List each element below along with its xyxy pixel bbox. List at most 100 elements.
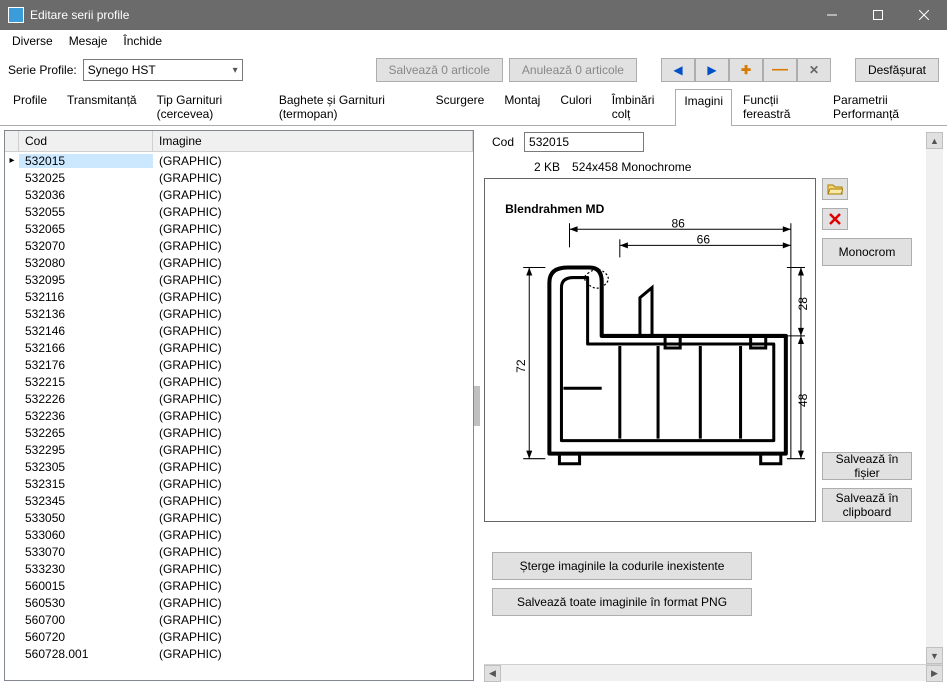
nav-add-button[interactable]: ✚ xyxy=(729,58,763,82)
plus-icon: ✚ xyxy=(741,63,751,77)
svg-text:72: 72 xyxy=(514,359,528,373)
tab-montaj[interactable]: Montaj xyxy=(495,88,549,125)
scroll-down-button[interactable]: ▼ xyxy=(926,647,943,664)
table-row[interactable]: 532236(GRAPHIC) xyxy=(5,407,473,424)
tab-imbinari[interactable]: Îmbinări colț xyxy=(603,88,674,125)
table-row[interactable]: 532265(GRAPHIC) xyxy=(5,424,473,441)
nav-cancel-button[interactable]: ✕ xyxy=(797,58,831,82)
tab-tip-garnituri[interactable]: Tip Garnituri (cercevea) xyxy=(148,88,268,125)
table-row[interactable]: 560015(GRAPHIC) xyxy=(5,577,473,594)
close-button[interactable] xyxy=(901,0,947,30)
table-row[interactable]: 533070(GRAPHIC) xyxy=(5,543,473,560)
cell-cod: 532265 xyxy=(19,426,153,440)
grid-body[interactable]: ▸532015(GRAPHIC)532025(GRAPHIC)532036(GR… xyxy=(5,152,473,680)
table-row[interactable]: 532025(GRAPHIC) xyxy=(5,169,473,186)
save-file-button[interactable]: Salvează în fișier xyxy=(822,452,912,480)
right-hscroll[interactable]: ◀ ▶ xyxy=(484,664,943,681)
tab-culori[interactable]: Culori xyxy=(551,88,600,125)
table-row[interactable]: 532215(GRAPHIC) xyxy=(5,373,473,390)
cell-cod: 533070 xyxy=(19,545,153,559)
scroll-right-button[interactable]: ▶ xyxy=(926,665,943,682)
cell-imagine: (GRAPHIC) xyxy=(153,171,473,185)
table-row[interactable]: 532226(GRAPHIC) xyxy=(5,390,473,407)
table-row[interactable]: 532305(GRAPHIC) xyxy=(5,458,473,475)
table-row[interactable]: 532095(GRAPHIC) xyxy=(5,271,473,288)
table-row[interactable]: 532146(GRAPHIC) xyxy=(5,322,473,339)
svg-text:28: 28 xyxy=(796,297,810,311)
cancel-articles-button[interactable]: Anulează 0 articole xyxy=(509,58,637,82)
table-row[interactable]: 532080(GRAPHIC) xyxy=(5,254,473,271)
monocrom-button[interactable]: Monocrom xyxy=(822,238,912,266)
table-row[interactable]: 532070(GRAPHIC) xyxy=(5,237,473,254)
table-row[interactable]: 532065(GRAPHIC) xyxy=(5,220,473,237)
open-file-button[interactable] xyxy=(822,178,848,200)
cell-imagine: (GRAPHIC) xyxy=(153,307,473,321)
cell-imagine: (GRAPHIC) xyxy=(153,545,473,559)
menu-mesaje[interactable]: Mesaje xyxy=(61,31,116,51)
table-row[interactable]: 532036(GRAPHIC) xyxy=(5,186,473,203)
tab-parametrii[interactable]: Parametrii Performanță xyxy=(824,88,943,125)
cell-imagine: (GRAPHIC) xyxy=(153,528,473,542)
tab-functii[interactable]: Funcții fereastră xyxy=(734,88,822,125)
cod-input[interactable] xyxy=(524,132,644,152)
cell-cod: 532080 xyxy=(19,256,153,270)
svg-text:66: 66 xyxy=(697,232,711,246)
table-row[interactable]: 532295(GRAPHIC) xyxy=(5,441,473,458)
cell-imagine: (GRAPHIC) xyxy=(153,477,473,491)
side-buttons: Monocrom Salvează în fișier Salvează în … xyxy=(822,178,912,522)
tab-scurgere[interactable]: Scurgere xyxy=(427,88,494,125)
table-row[interactable]: 560700(GRAPHIC) xyxy=(5,611,473,628)
tab-profile[interactable]: Profile xyxy=(4,88,56,125)
table-row[interactable]: 532176(GRAPHIC) xyxy=(5,356,473,373)
table-row[interactable]: 560728.001(GRAPHIC) xyxy=(5,645,473,662)
tab-imagini[interactable]: Imagini xyxy=(675,89,732,126)
splitter[interactable] xyxy=(474,126,480,685)
cell-imagine: (GRAPHIC) xyxy=(153,324,473,338)
grid-header-cod[interactable]: Cod xyxy=(19,131,153,151)
delete-missing-button[interactable]: Șterge imaginile la codurile inexistente xyxy=(492,552,752,580)
cell-cod: 532136 xyxy=(19,307,153,321)
cell-imagine: (GRAPHIC) xyxy=(153,188,473,202)
tab-transmitanta[interactable]: Transmitanță xyxy=(58,88,146,125)
delete-x-icon xyxy=(828,212,842,226)
serie-dropdown[interactable]: Synego HST ▾ xyxy=(83,59,243,81)
nav-next-button[interactable]: ▶ xyxy=(695,58,729,82)
table-row[interactable]: 532116(GRAPHIC) xyxy=(5,288,473,305)
right-vscroll[interactable]: ▲ ▼ xyxy=(926,132,943,664)
menu-diverse[interactable]: Diverse xyxy=(4,31,61,51)
cell-imagine: (GRAPHIC) xyxy=(153,409,473,423)
triangle-right-icon: ▶ xyxy=(707,63,716,77)
table-row[interactable]: 532315(GRAPHIC) xyxy=(5,475,473,492)
save-all-png-button[interactable]: Salvează toate imaginile în format PNG xyxy=(492,588,752,616)
cell-imagine: (GRAPHIC) xyxy=(153,290,473,304)
minimize-button[interactable] xyxy=(809,0,855,30)
nav-prev-button[interactable]: ◀ xyxy=(661,58,695,82)
table-row[interactable]: 533230(GRAPHIC) xyxy=(5,560,473,577)
table-row[interactable]: 533060(GRAPHIC) xyxy=(5,526,473,543)
table-row[interactable]: 532166(GRAPHIC) xyxy=(5,339,473,356)
titlebar: Editare serii profile xyxy=(0,0,947,30)
nav-remove-button[interactable]: — xyxy=(763,58,797,82)
menu-inchide[interactable]: Închide xyxy=(115,31,170,51)
bottom-actions: Șterge imaginile la codurile inexistente… xyxy=(484,552,926,616)
table-row[interactable]: 533050(GRAPHIC) xyxy=(5,509,473,526)
expand-button[interactable]: Desfășurat xyxy=(855,58,939,82)
tab-baghete[interactable]: Baghete și Garnituri (termopan) xyxy=(270,88,425,125)
table-row[interactable]: 532136(GRAPHIC) xyxy=(5,305,473,322)
table-row[interactable]: 532345(GRAPHIC) xyxy=(5,492,473,509)
chevron-down-icon: ▾ xyxy=(233,65,238,76)
table-row[interactable]: 560720(GRAPHIC) xyxy=(5,628,473,645)
table-row[interactable]: ▸532015(GRAPHIC) xyxy=(5,152,473,169)
splitter-handle[interactable] xyxy=(474,386,480,426)
save-articles-button[interactable]: Salvează 0 articole xyxy=(376,58,503,82)
cell-cod: 533050 xyxy=(19,511,153,525)
image-preview[interactable]: Blendrahmen MD 86 xyxy=(484,178,816,522)
save-clipboard-button[interactable]: Salvează în clipboard xyxy=(822,488,912,522)
maximize-button[interactable] xyxy=(855,0,901,30)
table-row[interactable]: 560530(GRAPHIC) xyxy=(5,594,473,611)
scroll-left-button[interactable]: ◀ xyxy=(484,665,501,682)
table-row[interactable]: 532055(GRAPHIC) xyxy=(5,203,473,220)
grid-header-imagine[interactable]: Imagine xyxy=(153,131,473,151)
scroll-up-button[interactable]: ▲ xyxy=(926,132,943,149)
delete-image-button[interactable] xyxy=(822,208,848,230)
